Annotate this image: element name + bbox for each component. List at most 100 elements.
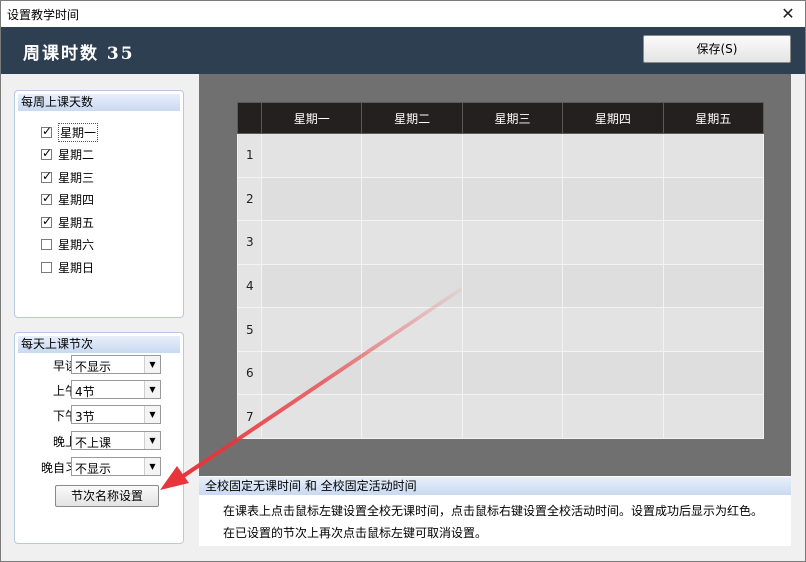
timetable-cell[interactable] bbox=[662, 176, 765, 222]
chevron-down-icon[interactable]: ▼ bbox=[144, 406, 160, 423]
timetable-cell[interactable] bbox=[461, 220, 564, 265]
timetable-cell[interactable] bbox=[260, 307, 363, 352]
row-number: 2 bbox=[237, 176, 262, 222]
timetable-cell[interactable] bbox=[461, 133, 564, 178]
days-per-week-group: 每周上课天数 星期一 星期二 星期三 星期四 bbox=[14, 90, 184, 318]
day-item-sat[interactable]: 星期六 bbox=[41, 234, 98, 257]
period-select-value: 不显示 bbox=[75, 360, 112, 374]
day-checkbox[interactable] bbox=[41, 239, 52, 251]
period-select[interactable]: 3节 ▼ bbox=[71, 405, 161, 424]
timetable-cell[interactable] bbox=[260, 133, 363, 178]
save-button[interactable]: 保存(S) bbox=[643, 35, 791, 63]
timetable-cell[interactable] bbox=[461, 307, 564, 352]
column-header: 星期三 bbox=[461, 102, 564, 134]
timetable-cell[interactable] bbox=[662, 133, 765, 178]
day-checkbox[interactable] bbox=[41, 261, 52, 273]
left-settings-pane: 每周上课天数 星期一 星期二 星期三 星期四 bbox=[1, 74, 199, 561]
day-checkbox[interactable] bbox=[41, 146, 52, 161]
header-bar: 周课时数 35 保存(S) bbox=[1, 27, 805, 74]
period-select[interactable]: 不显示 ▼ bbox=[71, 355, 161, 374]
timetable-cell[interactable] bbox=[361, 307, 463, 352]
table-row: 7 bbox=[237, 394, 765, 439]
day-item-mon[interactable]: 星期一 bbox=[41, 121, 99, 144]
timetable-corner bbox=[237, 102, 262, 134]
period-select-value: 4节 bbox=[75, 385, 95, 399]
period-names-button[interactable]: 节次名称设置 bbox=[55, 485, 159, 507]
info-title: 全校固定无课时间 和 全校固定活动时间 bbox=[199, 477, 791, 495]
column-header: 星期四 bbox=[562, 102, 664, 134]
timetable-cell[interactable] bbox=[562, 263, 664, 309]
timetable-cell[interactable] bbox=[461, 176, 564, 222]
timetable-cell[interactable] bbox=[361, 394, 463, 439]
table-row: 2 bbox=[237, 176, 765, 222]
timetable-cell[interactable] bbox=[562, 307, 664, 352]
chevron-down-icon[interactable]: ▼ bbox=[144, 356, 160, 373]
day-checkbox-list: 星期一 星期二 星期三 星期四 星期五 bbox=[41, 121, 99, 279]
day-checkbox[interactable] bbox=[41, 124, 52, 138]
period-select[interactable]: 不上课 ▼ bbox=[71, 431, 161, 450]
timetable-cell[interactable] bbox=[562, 350, 664, 396]
day-item-wed[interactable]: 星期三 bbox=[41, 166, 98, 189]
chevron-down-icon[interactable]: ▼ bbox=[144, 432, 160, 449]
timetable-cell[interactable] bbox=[662, 220, 765, 265]
timetable-cell[interactable] bbox=[662, 394, 765, 439]
timetable-cell[interactable] bbox=[562, 220, 664, 265]
column-header: 星期五 bbox=[662, 102, 765, 134]
day-checkbox[interactable] bbox=[41, 169, 52, 183]
period-row-morning-reading: 早读 不显示 ▼ bbox=[15, 355, 185, 375]
timetable-cell[interactable] bbox=[361, 133, 463, 178]
timetable-cell[interactable] bbox=[461, 394, 564, 439]
day-item-tue[interactable]: 星期二 bbox=[41, 144, 98, 167]
row-number: 7 bbox=[237, 394, 262, 439]
column-header: 星期二 bbox=[361, 102, 463, 134]
timetable-cell[interactable] bbox=[662, 307, 765, 352]
period-select-value: 不显示 bbox=[75, 462, 112, 476]
period-row-afternoon: 下午 3节 ▼ bbox=[15, 405, 185, 425]
row-number: 5 bbox=[237, 307, 262, 352]
close-icon[interactable]: ✕ bbox=[771, 1, 805, 27]
timetable-cell[interactable] bbox=[260, 220, 363, 265]
timetable-cell[interactable] bbox=[461, 350, 564, 396]
timetable-cell[interactable] bbox=[662, 350, 765, 396]
week-hours-label: 周课时数 bbox=[23, 44, 99, 64]
timetable-cell[interactable] bbox=[662, 263, 765, 309]
day-label: 星期四 bbox=[58, 193, 95, 208]
timetable-cell[interactable] bbox=[361, 263, 463, 309]
timetable-cell[interactable] bbox=[361, 220, 463, 265]
window-title: 设置教学时间 bbox=[7, 8, 80, 22]
column-header: 星期一 bbox=[260, 102, 363, 134]
day-checkbox[interactable] bbox=[41, 214, 52, 228]
day-label: 星期二 bbox=[58, 148, 95, 163]
timetable-cell[interactable] bbox=[461, 263, 564, 309]
info-panel: 全校固定无课时间 和 全校固定活动时间 在课表上点击鼠标左键设置全校无课时间，点… bbox=[199, 476, 791, 546]
timetable-cell[interactable] bbox=[562, 176, 664, 222]
period-select[interactable]: 不显示 ▼ bbox=[71, 457, 161, 476]
day-item-sun[interactable]: 星期日 bbox=[41, 256, 98, 279]
timetable-cell[interactable] bbox=[260, 263, 363, 309]
timetable-cell[interactable] bbox=[361, 176, 463, 222]
period-row-evening-study: 晚自习 不显示 ▼ bbox=[15, 457, 185, 477]
row-number: 4 bbox=[237, 263, 262, 309]
timetable-cell[interactable] bbox=[260, 350, 363, 396]
day-item-fri[interactable]: 星期五 bbox=[41, 211, 98, 234]
period-row-evening: 晚上 不上课 ▼ bbox=[15, 431, 185, 451]
timetable-cell[interactable] bbox=[260, 176, 363, 222]
period-select[interactable]: 4节 ▼ bbox=[71, 380, 161, 399]
day-label: 星期日 bbox=[58, 260, 95, 275]
timetable-cell[interactable] bbox=[260, 394, 363, 439]
row-number: 3 bbox=[237, 220, 262, 265]
right-margin bbox=[791, 74, 805, 561]
timetable-cell[interactable] bbox=[562, 133, 664, 178]
chevron-down-icon[interactable]: ▼ bbox=[144, 381, 160, 398]
chevron-down-icon[interactable]: ▼ bbox=[144, 458, 160, 475]
day-label: 星期五 bbox=[58, 215, 95, 230]
day-item-thu[interactable]: 星期四 bbox=[41, 189, 98, 212]
timetable-cell[interactable] bbox=[361, 350, 463, 396]
periods-group-title: 每天上课节次 bbox=[18, 336, 180, 353]
day-checkbox[interactable] bbox=[41, 191, 52, 206]
table-row: 3 bbox=[237, 220, 765, 265]
days-group-title: 每周上课天数 bbox=[18, 94, 180, 111]
table-row: 1 bbox=[237, 133, 765, 178]
timetable-cell[interactable] bbox=[562, 394, 664, 439]
title-bar: 设置教学时间 ✕ bbox=[1, 1, 805, 27]
